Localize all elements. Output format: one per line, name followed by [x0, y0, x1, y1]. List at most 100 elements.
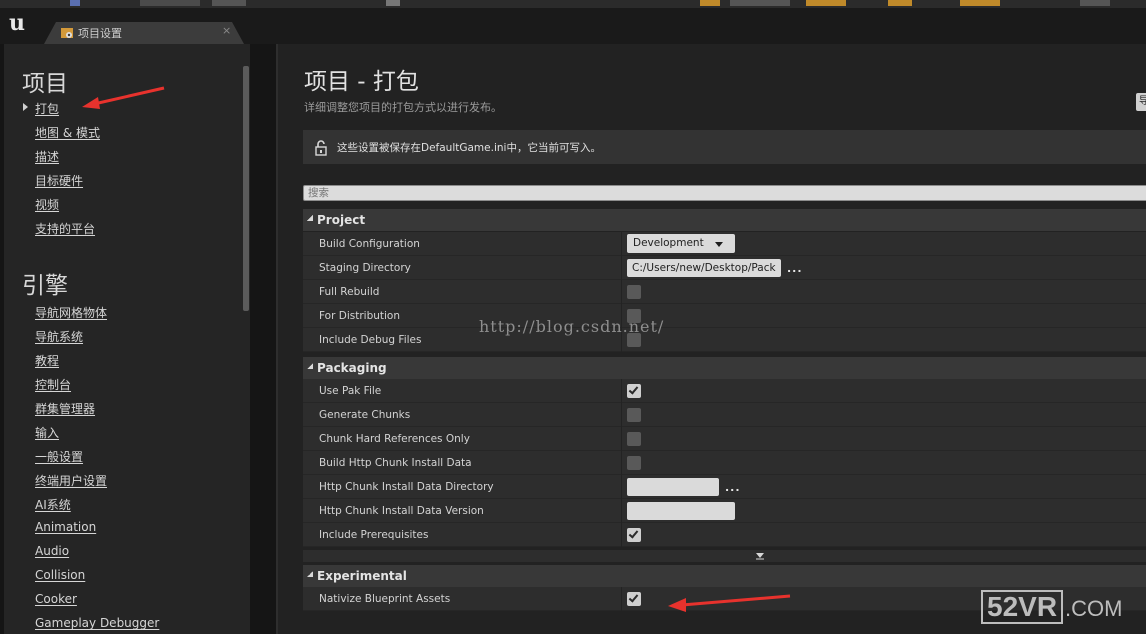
category-label: Packaging [317, 361, 387, 375]
sidebar-item-crowd-manager[interactable]: 群集管理器 [35, 400, 95, 417]
property-row: Include Debug Files [303, 328, 1146, 352]
nativize-blueprint-checkbox[interactable] [627, 592, 641, 606]
toolbar-button [140, 0, 200, 6]
sidebar-item-console[interactable]: 控制台 [35, 376, 71, 393]
property-label: Http Chunk Install Data Version [319, 505, 484, 517]
build-http-chunk-checkbox[interactable] [627, 456, 641, 470]
toolbar-button [212, 0, 246, 6]
column-splitter[interactable] [621, 499, 622, 523]
editor-toolbar-strip [0, 0, 1146, 8]
property-row: Use Pak File [303, 379, 1146, 403]
page-subtitle: 详细调整您项目的打包方式以进行发布。 [304, 101, 502, 114]
check-icon [628, 592, 639, 603]
toolbar-icon [386, 0, 400, 6]
sidebar-item-packaging[interactable]: 打包 [35, 100, 59, 117]
tab-close-icon[interactable]: × [222, 24, 231, 37]
property-row: Full Rebuild [303, 280, 1146, 304]
project-section-heading: 项目 [22, 71, 68, 97]
brand-box-text: 52VR [981, 590, 1064, 624]
http-chunk-directory-field[interactable] [627, 478, 719, 496]
property-label: Build Http Chunk Install Data [319, 457, 472, 469]
sidebar-item-description[interactable]: 描述 [35, 148, 59, 165]
notice-text: 这些设置被保存在DefaultGame.ini中，它当前可写入。 [337, 142, 601, 154]
property-row: Generate Chunks [303, 403, 1146, 427]
staging-directory-field[interactable]: C:/Users/new/Desktop/Pack [627, 259, 781, 277]
use-pak-file-checkbox[interactable] [627, 384, 641, 398]
search-input[interactable] [303, 185, 1146, 201]
brand-suffix-text: .COM [1065, 596, 1123, 621]
property-label: For Distribution [319, 310, 401, 322]
export-button[interactable]: 导 [1136, 93, 1146, 111]
sidebar-item-user-settings[interactable]: 终端用户设置 [35, 472, 107, 489]
chevron-down-icon [715, 242, 723, 247]
show-advanced-row[interactable] [303, 550, 1146, 562]
blog-watermark: http://blog.csdn.net/ [479, 317, 665, 336]
check-icon [628, 384, 639, 395]
category-label: Project [317, 213, 366, 227]
column-splitter[interactable] [621, 280, 622, 304]
brand-logo: 52VR .COM [981, 590, 1141, 630]
build-configuration-dropdown[interactable]: Development [627, 234, 735, 253]
expand-arrow-icon [307, 571, 313, 577]
expand-arrow-icon [307, 363, 313, 369]
sidebar-item-ai-system[interactable]: AI系统 [35, 496, 71, 513]
sidebar-item-gameplay-debugger[interactable]: Gameplay Debugger [35, 616, 159, 630]
property-row: Http Chunk Install Data Directory ... [303, 475, 1146, 499]
expand-advanced-icon [756, 553, 764, 560]
check-icon [628, 528, 639, 539]
http-chunk-version-field[interactable] [627, 502, 735, 520]
property-label: Nativize Blueprint Assets [319, 593, 451, 605]
sidebar-item-movies[interactable]: 视频 [35, 196, 59, 213]
column-splitter[interactable] [621, 232, 622, 256]
property-label: Full Rebuild [319, 286, 380, 298]
column-splitter[interactable] [621, 475, 622, 499]
sidebar-item-navmesh[interactable]: 导航网格物体 [35, 304, 107, 321]
property-label: Use Pak File [319, 385, 382, 397]
property-row: Http Chunk Install Data Version [303, 499, 1146, 523]
sidebar-item-cooker[interactable]: Cooker [35, 592, 77, 606]
sidebar-item-maps-modes[interactable]: 地图 & 模式 [35, 124, 100, 141]
property-label: Include Prerequisites [319, 529, 429, 541]
tab-title: 项目设置 [78, 27, 122, 40]
tab-project-settings[interactable]: 项目设置 × [44, 22, 244, 44]
property-row: Staging Directory C:/Users/new/Desktop/P… [303, 256, 1146, 280]
sidebar-item-input[interactable]: 输入 [35, 424, 59, 441]
sidebar-item-supported-platforms[interactable]: 支持的平台 [35, 220, 95, 237]
column-splitter[interactable] [621, 523, 622, 547]
column-splitter[interactable] [621, 403, 622, 427]
sidebar-item-target-hardware[interactable]: 目标硬件 [35, 172, 83, 189]
property-label: Build Configuration [319, 238, 420, 250]
sidebar-item-tutorials[interactable]: 教程 [35, 352, 59, 369]
sidebar-item-general-settings[interactable]: 一般设置 [35, 448, 83, 465]
property-label: Include Debug Files [319, 334, 422, 346]
column-splitter[interactable] [621, 427, 622, 451]
sidebar-item-audio[interactable]: Audio [35, 544, 69, 558]
category-project-header[interactable]: Project [303, 209, 1146, 231]
browse-button[interactable]: ... [725, 481, 741, 494]
category-packaging-header[interactable]: Packaging [303, 357, 1146, 379]
sidebar-item-navigation-system[interactable]: 导航系统 [35, 328, 83, 345]
property-row: Include Prerequisites [303, 523, 1146, 547]
annotation-arrow-icon [82, 86, 165, 109]
toolbar-icon [700, 0, 720, 6]
category-experimental-header[interactable]: Experimental [303, 565, 1146, 587]
sidebar-item-collision[interactable]: Collision [35, 568, 85, 582]
sidebar-item-animation[interactable]: Animation [35, 520, 96, 534]
include-prerequisites-checkbox[interactable] [627, 528, 641, 542]
generate-chunks-checkbox[interactable] [627, 408, 641, 422]
column-splitter[interactable] [621, 451, 622, 475]
column-splitter[interactable] [621, 587, 622, 611]
column-splitter[interactable] [621, 379, 622, 403]
annotation-arrow-icon [668, 594, 791, 612]
browse-button[interactable]: ... [787, 262, 803, 275]
chunk-hard-references-checkbox[interactable] [627, 432, 641, 446]
settings-sidebar: 项目 打包 地图 & 模式 描述 目标硬件 视频 支持的平台 引擎 导航网格物体… [4, 44, 250, 634]
engine-section-heading: 引擎 [22, 273, 68, 299]
column-splitter[interactable] [621, 256, 622, 280]
title-bar: u 项目设置 × [0, 8, 1146, 44]
toolbar-icon [960, 0, 1000, 6]
full-rebuild-checkbox[interactable] [627, 285, 641, 299]
sidebar-scrollbar[interactable] [243, 66, 249, 311]
property-row: Build Http Chunk Install Data [303, 451, 1146, 475]
config-notice: 这些设置被保存在DefaultGame.ini中，它当前可写入。 [303, 130, 1146, 164]
